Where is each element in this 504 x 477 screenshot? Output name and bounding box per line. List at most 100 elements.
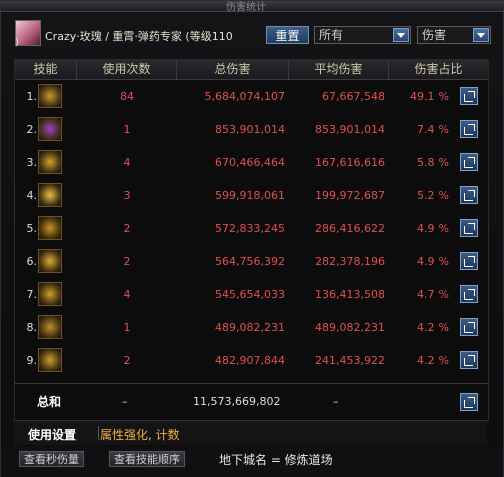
uses-count: 4	[123, 156, 131, 169]
damage-share-value: 49.1	[410, 90, 435, 103]
table-row: 7. 4 545,654,033 136,413,508 4.7%	[15, 278, 488, 311]
skill-icon	[38, 348, 62, 372]
rank: 5.	[26, 222, 38, 235]
damage-share: 7.4%	[391, 113, 455, 146]
total-damage: 853,901,014	[215, 123, 285, 136]
avg-damage: 853,901,014	[315, 123, 385, 136]
divider	[98, 426, 99, 440]
character-info: Crazy·玫瑰 / 重霄·弹药专家 (等级110	[45, 30, 233, 43]
total-damage: 670,466,464	[215, 156, 285, 169]
uses-count: 84	[120, 90, 134, 103]
export-icon[interactable]	[460, 252, 478, 270]
skill-icon	[38, 84, 62, 108]
damage-share: 4.2%	[391, 311, 455, 344]
percent-sign: %	[438, 255, 449, 268]
damage-share-value: 4.2	[417, 321, 435, 334]
damage-share: 4.2%	[391, 344, 455, 377]
title-bar[interactable]: 伤害统计	[1, 1, 503, 13]
skill-icon	[38, 282, 62, 306]
skill-damage-table: 技能 使用次数 总伤害 平均伤害 伤害占比 1. 84 5,684,074,107 6…	[14, 59, 489, 421]
sum-avg: –	[333, 395, 339, 408]
skill-icon	[38, 183, 62, 207]
table-row: 9. 2 482,907,844 241,453,922 4.2%	[15, 344, 488, 377]
table-row: 5. 2 572,833,245 286,416,622 4.9%	[15, 212, 488, 245]
avg-damage: 67,667,548	[322, 90, 385, 103]
metric-dropdown[interactable]: 伤害	[417, 26, 491, 44]
view-skill-order-button[interactable]: 查看技能顺序	[109, 451, 185, 467]
col-uses[interactable]: 使用次数	[77, 60, 177, 79]
avg-damage: 241,453,922	[315, 354, 385, 367]
scope-dropdown-value: 所有	[319, 28, 344, 42]
sum-uses: –	[122, 395, 128, 408]
export-icon[interactable]	[460, 351, 478, 369]
rank: 3.	[26, 156, 38, 169]
uses-count: 2	[123, 255, 131, 268]
total-damage: 489,082,231	[215, 321, 285, 334]
table-row: 3. 4 670,466,464 167,616,616 5.8%	[15, 146, 488, 179]
skill-icon	[38, 216, 62, 240]
damage-share-value: 5.8	[417, 156, 435, 169]
percent-sign: %	[438, 321, 449, 334]
skill-icon	[38, 315, 62, 339]
view-dps-button[interactable]: 查看秒伤量	[19, 451, 84, 467]
chevron-down-icon[interactable]	[473, 28, 489, 42]
export-icon[interactable]	[460, 219, 478, 237]
dungeon-name: 地下城名 = 修炼道场	[219, 453, 333, 467]
avg-damage: 282,378,196	[315, 255, 385, 268]
damage-stats-window: 伤害统计 Crazy·玫瑰 / 重霄·弹药专家 (等级110 重置 所有 伤害 …	[0, 0, 504, 477]
avg-damage: 489,082,231	[315, 321, 385, 334]
rank: 6.	[26, 255, 38, 268]
damage-share: 5.2%	[391, 179, 455, 212]
uses-count: 1	[123, 123, 131, 136]
rank: 2.	[26, 123, 38, 136]
damage-share-value: 5.2	[417, 189, 435, 202]
reset-button[interactable]: 重置	[266, 26, 309, 44]
sum-total: 11,573,669,802	[193, 395, 281, 408]
export-icon[interactable]	[460, 120, 478, 138]
percent-sign: %	[438, 90, 449, 103]
avg-damage: 199,972,687	[315, 189, 385, 202]
table-row: 8. 1 489,082,231 489,082,231 4.2%	[15, 311, 488, 344]
percent-sign: %	[438, 123, 449, 136]
col-avg-damage[interactable]: 平均伤害	[289, 60, 389, 79]
col-skill[interactable]: 技能	[15, 60, 77, 79]
bottom-tabs: 使用设置 属性强化, 计数	[14, 420, 487, 445]
tab-attributes[interactable]: 属性强化, 计数	[100, 426, 180, 443]
uses-count: 2	[123, 222, 131, 235]
damage-share: 4.9%	[391, 212, 455, 245]
col-total-damage[interactable]: 总伤害	[177, 60, 289, 79]
damage-share-value: 4.7	[417, 288, 435, 301]
export-icon[interactable]	[460, 285, 478, 303]
header: Crazy·玫瑰 / 重霄·弹药专家 (等级110 重置 所有 伤害	[1, 13, 503, 49]
table-row: 6. 2 564,756,392 282,378,196 4.9%	[15, 245, 488, 278]
footer: 查看秒伤量 查看技能顺序 地下城名 = 修炼道场	[1, 447, 503, 477]
avg-damage: 286,416,622	[315, 222, 385, 235]
avg-damage: 167,616,616	[315, 156, 385, 169]
uses-count: 2	[123, 354, 131, 367]
export-icon[interactable]	[460, 318, 478, 336]
damage-share: 49.1%	[391, 80, 455, 113]
uses-count: 3	[123, 189, 131, 202]
damage-share-value: 4.2	[417, 354, 435, 367]
export-icon[interactable]	[460, 87, 478, 105]
rank: 1.	[26, 90, 38, 103]
chevron-down-icon[interactable]	[393, 28, 409, 42]
damage-share: 5.8%	[391, 146, 455, 179]
skill-icon	[38, 117, 62, 141]
scope-dropdown[interactable]: 所有	[314, 26, 411, 44]
export-icon[interactable]	[460, 186, 478, 204]
damage-share: 4.9%	[391, 245, 455, 278]
export-icon[interactable]	[460, 153, 478, 171]
avg-damage: 136,413,508	[315, 288, 385, 301]
damage-share-value: 7.4	[417, 123, 435, 136]
sum-row: 总和 – 11,573,669,802 –	[15, 386, 488, 418]
table-row: 1. 84 5,684,074,107 67,667,548 49.1%	[15, 80, 488, 113]
character-info-paren: )	[15, 37, 19, 48]
damage-share-value: 4.9	[417, 255, 435, 268]
total-damage: 482,907,844	[215, 354, 285, 367]
col-damage-share[interactable]: 伤害占比	[389, 60, 488, 79]
rank: 9.	[26, 354, 38, 367]
export-icon[interactable]	[460, 393, 478, 411]
tab-settings[interactable]: 使用设置	[28, 426, 76, 443]
skill-icon	[38, 150, 62, 174]
